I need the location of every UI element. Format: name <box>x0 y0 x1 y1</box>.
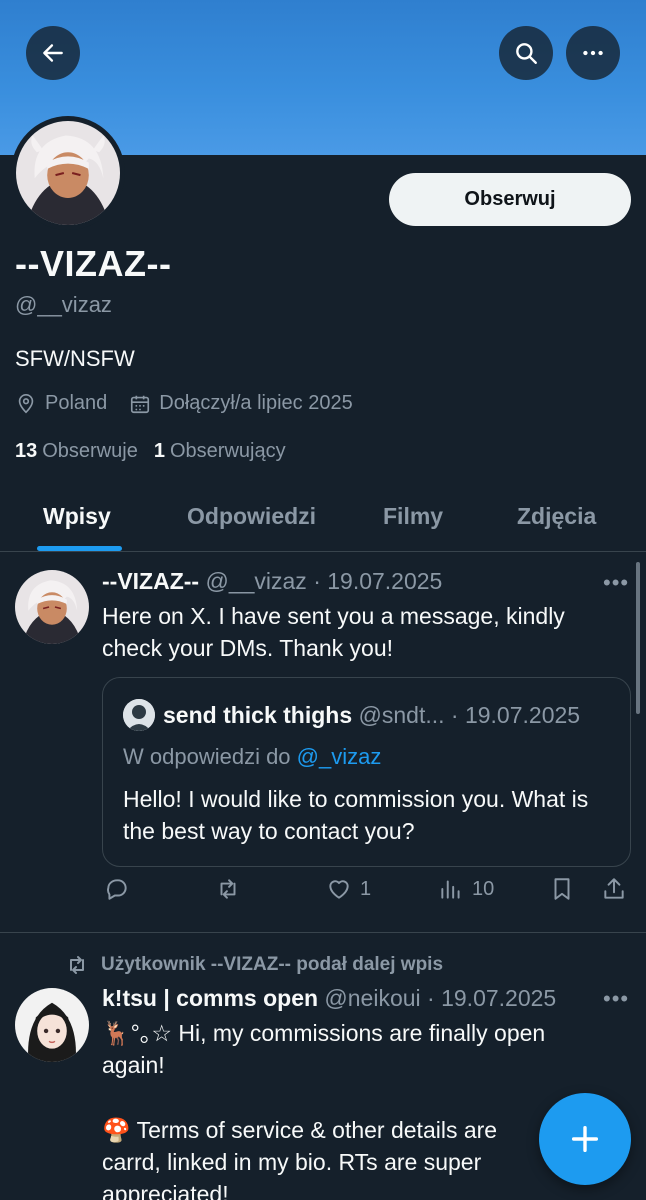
quote-author-name: send thick thighs <box>163 702 353 728</box>
more-options-button[interactable] <box>566 26 620 80</box>
retweet-icon <box>220 879 236 899</box>
tab-posts[interactable]: Wpisy <box>43 480 111 552</box>
following-label: Obserwuje <box>42 440 138 462</box>
tweet-header: k!tsu | comms open @neikoui · 19.07.2025 <box>102 985 556 1012</box>
views-count: 10 <box>472 877 495 900</box>
followers-count: 1 <box>153 440 165 462</box>
tweet-text: Here on X. I have sent you a message, ki… <box>102 603 565 661</box>
views-icon <box>441 880 460 899</box>
profile-handle: @__vizaz <box>15 292 112 317</box>
retweet-icon <box>70 956 84 974</box>
tweet-divider <box>0 932 646 933</box>
profile-meta: Poland Dołączył/a lipiec 2025 <box>15 392 353 415</box>
heart-icon <box>329 880 349 899</box>
plus-icon <box>571 1125 599 1153</box>
avatar-image <box>15 570 89 644</box>
tab-videos[interactable]: Filmy <box>383 480 443 552</box>
tweet-text-line2: 🍄 Terms of service & other details are c… <box>102 1117 498 1200</box>
bookmark-button[interactable] <box>549 876 575 902</box>
profile-avatar[interactable] <box>11 116 125 230</box>
tab-replies[interactable]: Odpowiedzi <box>187 480 316 552</box>
like-count: 1 <box>360 877 372 900</box>
bookmark-icon <box>554 878 570 900</box>
profile-bio: SFW/NSFW <box>15 346 135 371</box>
quote-header: send thick thighs @sndt... · 19.07.2025 <box>163 702 580 729</box>
following-link[interactable]: 13 Obserwuje <box>15 440 138 463</box>
following-count: 13 <box>15 440 38 462</box>
retweet-notice-text: Użytkownik --VIZAZ-- podał dalej wpis <box>101 954 444 975</box>
share-button[interactable] <box>601 876 627 902</box>
profile-location: Poland <box>45 392 108 414</box>
search-button[interactable] <box>499 26 553 80</box>
follow-counts: 13 Obserwuje 1 Obserwujący <box>15 440 286 463</box>
profile-joined: Dołączył/a lipiec 2025 <box>159 392 353 414</box>
reply-button[interactable] <box>104 876 130 902</box>
tweet-more-button[interactable]: ••• <box>603 986 629 1012</box>
avatar-image <box>123 699 155 731</box>
scrollbar[interactable] <box>636 562 640 714</box>
active-tab-indicator <box>37 546 122 551</box>
retweet-notice: Użytkownik --VIZAZ-- podał dalej wpis <box>65 953 443 977</box>
quote-author-meta: @sndt... · 19.07.2025 <box>358 702 581 728</box>
followers-label: Obserwujący <box>169 440 286 462</box>
follow-button[interactable]: Obserwuj <box>389 173 631 226</box>
followers-link[interactable]: 1 Obserwujący <box>154 440 286 463</box>
reply-prefix: W odpowiedzi do <box>123 744 297 769</box>
display-name: --VIZAZ-- <box>15 243 172 284</box>
compose-button[interactable] <box>539 1093 631 1185</box>
more-icon <box>583 50 603 56</box>
profile-tabs: Wpisy Odpowiedzi Filmy Zdjęcia <box>0 480 646 552</box>
location-pin-icon <box>18 393 34 413</box>
tweet-author-name[interactable]: k!tsu | comms open <box>102 985 318 1011</box>
share-icon <box>604 878 624 899</box>
tweet-text-line1: 🦌°｡☆ Hi, my commissions are finally open… <box>102 1020 546 1078</box>
back-arrow-icon <box>43 44 63 62</box>
tweet-header: --VIZAZ-- @__vizaz · 19.07.2025 <box>102 568 442 595</box>
views-button[interactable]: 10 <box>438 876 494 902</box>
tab-photos[interactable]: Zdjęcia <box>517 480 596 552</box>
like-button[interactable]: 1 <box>326 876 371 902</box>
reply-handle-link[interactable]: @_vizaz <box>297 744 382 769</box>
tweet-avatar[interactable] <box>15 988 89 1062</box>
calendar-icon <box>131 395 150 413</box>
quoted-tweet[interactable]: send thick thighs @sndt... · 19.07.2025 … <box>102 677 631 867</box>
retweet-button[interactable] <box>215 876 241 902</box>
reply-icon <box>107 879 127 900</box>
tweet-author-meta[interactable]: @neikoui · 19.07.2025 <box>324 985 556 1011</box>
tweet-actions: 1 10 <box>0 876 646 916</box>
back-button[interactable] <box>26 26 80 80</box>
avatar-image <box>16 121 120 225</box>
tweet-more-button[interactable]: ••• <box>603 570 629 596</box>
avatar-image <box>15 988 89 1062</box>
tweet-author-name[interactable]: --VIZAZ-- <box>102 568 199 594</box>
tweet-author-meta[interactable]: @__vizaz · 19.07.2025 <box>205 568 442 594</box>
quote-reply-context: W odpowiedzi do @_vizaz <box>123 744 381 770</box>
search-icon <box>516 43 537 64</box>
quote-avatar <box>123 699 155 731</box>
quote-text: Hello! I would like to commission you. W… <box>123 786 589 844</box>
tweet-avatar[interactable] <box>15 570 89 644</box>
